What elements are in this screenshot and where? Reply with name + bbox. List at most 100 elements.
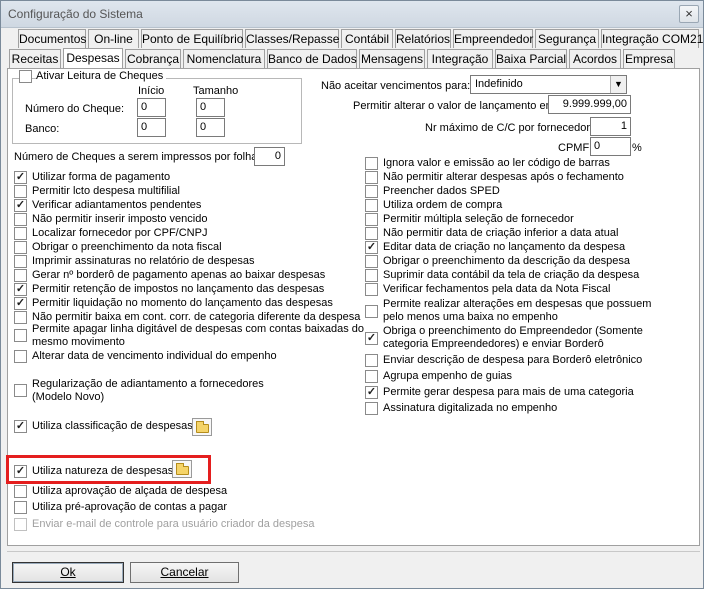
- cheques-impressos-label: Número de Cheques a serem impressos por …: [14, 151, 261, 163]
- check-suprimir-data[interactable]: [365, 269, 378, 282]
- check-assinatura-digitalizada[interactable]: [365, 402, 378, 415]
- banco-label: Banco:: [25, 123, 60, 135]
- label-sped: Preencher dados SPED: [383, 185, 500, 197]
- ativar-leitura-cheques-checkbox[interactable]: [19, 70, 32, 83]
- numero-tamanho-input[interactable]: 0: [196, 98, 225, 117]
- label-apagar-linha-2: mesmo movimento: [32, 336, 125, 348]
- label-ordem-compra: Utiliza ordem de compra: [383, 199, 503, 211]
- check-alteracoes-baixa[interactable]: [365, 305, 378, 318]
- tab-receitas[interactable]: Receitas: [9, 49, 61, 68]
- check-ignora-codigo-barras[interactable]: [365, 157, 378, 170]
- check-retencao-impostos[interactable]: ✓: [14, 283, 27, 296]
- tab-seguranca[interactable]: Segurança: [535, 29, 599, 48]
- tab-ponto-equilibrio[interactable]: Ponto de Equilíbrio: [141, 29, 243, 48]
- label-apagar-linha: Permite apagar linha digitável de despes…: [32, 323, 365, 335]
- label-multipla-selecao: Permitir múltipla seleção de fornecedor: [383, 213, 574, 225]
- check-bordero[interactable]: [14, 269, 27, 282]
- label-fechamentos-nf: Verificar fechamentos pela data da Nota …: [383, 283, 611, 295]
- check-bordero-eletronico[interactable]: [365, 354, 378, 367]
- alterar-valor-label: Permitir alterar o valor de lançamento e…: [353, 100, 558, 112]
- max-cc-label: Nr máximo de C/C por fornecedor:: [425, 122, 594, 134]
- check-email-controle[interactable]: [14, 518, 27, 531]
- tab-relatorios[interactable]: Relatórios: [395, 29, 451, 48]
- chevron-down-icon[interactable]: ▼: [610, 76, 626, 93]
- label-pre-aprovacao: Utiliza pré-aprovação de contas a pagar: [32, 501, 228, 513]
- ok-button[interactable]: Ok: [12, 562, 124, 583]
- close-icon[interactable]: ×: [679, 5, 699, 23]
- numero-inicio-input[interactable]: 0: [137, 98, 166, 117]
- col-inicio-label: Início: [138, 85, 165, 97]
- check-imposto-vencido[interactable]: [14, 213, 27, 226]
- ativar-leitura-cheques-label: Ativar Leitura de Cheques: [36, 70, 167, 83]
- check-baixa-categoria[interactable]: [14, 311, 27, 324]
- cheques-impressos-input[interactable]: 0: [254, 147, 285, 166]
- tab-classes-repasse[interactable]: Classes/Repasse: [245, 29, 339, 48]
- check-alterar-fechamento[interactable]: [365, 171, 378, 184]
- tab-mensagens[interactable]: Mensagens: [359, 49, 425, 68]
- tab-empresa[interactable]: Empresa: [623, 49, 675, 68]
- tab-online[interactable]: On-line: [88, 29, 139, 48]
- label-empreendedor: Obriga o preenchimento do Empreendedor (…: [383, 325, 643, 337]
- check-mais-categoria[interactable]: ✓: [365, 386, 378, 399]
- tab-cobranca[interactable]: Cobrança: [125, 49, 181, 68]
- check-regularizacao[interactable]: [14, 384, 27, 397]
- check-liquidacao[interactable]: ✓: [14, 297, 27, 310]
- col-tamanho-label: Tamanho: [193, 85, 239, 97]
- check-agrupa-guias[interactable]: [365, 370, 378, 383]
- alterar-valor-input[interactable]: 9.999.999,00: [548, 95, 631, 114]
- vencimentos-value: Indefinido: [475, 78, 523, 90]
- check-vencimento-empenho[interactable]: [14, 350, 27, 363]
- check-assinaturas[interactable]: [14, 255, 27, 268]
- label-cpf-cnpj: Localizar fornecedor por CPF/CNPJ: [32, 227, 208, 239]
- label-suprimir-data: Suprimir data contábil da tela de criaçã…: [383, 269, 640, 281]
- window-title: Configuração do Sistema: [8, 7, 143, 21]
- label-descricao-despesa: Obrigar o preenchimento da descrição da …: [383, 255, 631, 267]
- tab-despesas[interactable]: Despesas: [63, 48, 123, 69]
- tab-integracao[interactable]: Integração: [427, 49, 493, 68]
- check-aprovacao-alcada[interactable]: [14, 485, 27, 498]
- vencimentos-select[interactable]: Indefinido ▼: [470, 75, 627, 94]
- tab-acordos[interactable]: Acordos: [569, 49, 621, 68]
- label-multifilial: Permitir lcto despesa multifilial: [32, 185, 180, 197]
- folder-icon[interactable]: [192, 418, 212, 436]
- label-adiantamentos: Verificar adiantamentos pendentes: [32, 199, 202, 211]
- check-cpf-cnpj[interactable]: [14, 227, 27, 240]
- tab-integracao-com21[interactable]: Integração COM21: [601, 29, 703, 48]
- check-multipla-selecao[interactable]: [365, 213, 378, 226]
- tab-empreendedor[interactable]: Empreendedor: [453, 29, 533, 48]
- check-descricao-despesa[interactable]: [365, 255, 378, 268]
- check-data-criacao-inferior[interactable]: [365, 227, 378, 240]
- tab-baixa-parcial[interactable]: Baixa Parcial: [495, 49, 567, 68]
- banco-inicio-input[interactable]: 0: [137, 118, 166, 137]
- label-regularizacao: Regularização de adiantamento a forneced…: [32, 378, 264, 390]
- tab-documentos[interactable]: Documentos: [18, 29, 86, 48]
- check-classificacao[interactable]: ✓: [14, 420, 27, 433]
- cpmf-label: CPMF:: [558, 142, 593, 154]
- tab-nomenclatura[interactable]: Nomenclatura: [183, 49, 265, 68]
- check-adiantamentos[interactable]: ✓: [14, 199, 27, 212]
- tab-banco-dados[interactable]: Banco de Dados: [267, 49, 357, 68]
- check-nota-fiscal[interactable]: [14, 241, 27, 254]
- banco-tamanho-input[interactable]: 0: [196, 118, 225, 137]
- check-forma-pagamento[interactable]: ✓: [14, 171, 27, 184]
- check-editar-data-criacao[interactable]: ✓: [365, 241, 378, 254]
- max-cc-input[interactable]: 1: [590, 117, 631, 136]
- tab-row-1: Documentos On-line Ponto de Equilíbrio C…: [1, 29, 704, 49]
- check-apagar-linha[interactable]: [14, 329, 27, 342]
- highlight-box: [6, 455, 211, 484]
- check-empreendedor[interactable]: ✓: [365, 332, 378, 345]
- check-pre-aprovacao[interactable]: [14, 501, 27, 514]
- cpmf-percent: %: [632, 142, 642, 154]
- label-assinatura-digitalizada: Assinatura digitalizada no empenho: [383, 402, 558, 414]
- cpmf-input[interactable]: 0: [590, 137, 631, 156]
- check-sped[interactable]: [365, 185, 378, 198]
- label-liquidacao: Permitir liquidação no momento do lançam…: [32, 297, 333, 309]
- check-multifilial[interactable]: [14, 185, 27, 198]
- tab-contabil[interactable]: Contábil: [341, 29, 393, 48]
- label-editar-data-criacao: Editar data de criação no lançamento da …: [383, 241, 626, 253]
- label-mais-categoria: Permite gerar despesa para mais de uma c…: [383, 386, 634, 398]
- check-ordem-compra[interactable]: [365, 199, 378, 212]
- check-fechamentos-nf[interactable]: [365, 283, 378, 296]
- cancel-button[interactable]: Cancelar: [130, 562, 239, 583]
- label-alteracoes-baixa: Permite realizar alterações em despesas …: [383, 298, 652, 310]
